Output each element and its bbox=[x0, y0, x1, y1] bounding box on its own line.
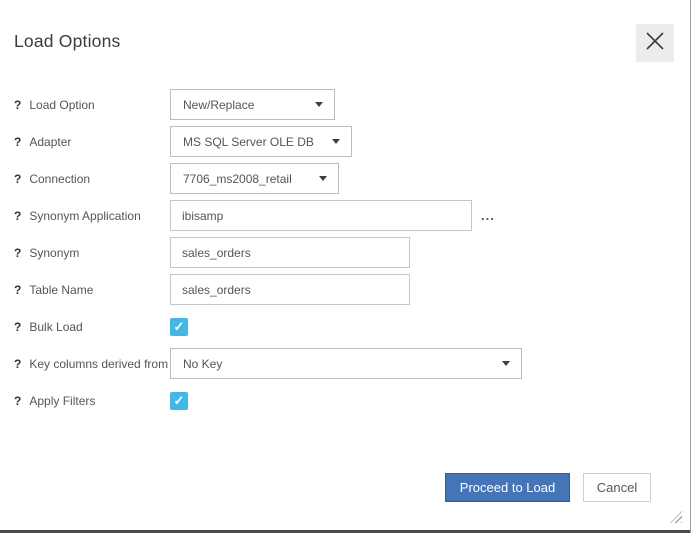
synonym-label: Synonym bbox=[29, 246, 79, 260]
dialog-title: Load Options bbox=[14, 31, 121, 52]
connection-value: 7706_ms2008_retail bbox=[183, 172, 292, 186]
table-name-input[interactable] bbox=[170, 274, 410, 305]
help-icon[interactable]: ? bbox=[14, 209, 21, 223]
chevron-down-icon bbox=[502, 361, 510, 366]
adapter-value: MS SQL Server OLE DB bbox=[183, 135, 314, 149]
bulk-load-checkbox[interactable]: ✓ bbox=[170, 318, 188, 336]
proceed-to-load-button[interactable]: Proceed to Load bbox=[445, 473, 570, 502]
form-row-load-option: ? Load Option New/Replace bbox=[14, 89, 676, 120]
resize-handle[interactable] bbox=[670, 511, 682, 523]
browse-ellipsis-button[interactable]: ... bbox=[481, 209, 495, 222]
chevron-down-icon bbox=[319, 176, 327, 181]
load-option-label: Load Option bbox=[29, 98, 94, 112]
adapter-dropdown[interactable]: MS SQL Server OLE DB bbox=[170, 126, 352, 157]
apply-filters-label: Apply Filters bbox=[29, 394, 95, 408]
chevron-down-icon bbox=[332, 139, 340, 144]
key-columns-label: Key columns derived from bbox=[29, 357, 168, 371]
checkmark-icon: ✓ bbox=[174, 319, 185, 335]
form-row-synonym-application: ? Synonym Application ... bbox=[14, 200, 676, 231]
help-icon[interactable]: ? bbox=[14, 246, 21, 260]
help-icon[interactable]: ? bbox=[14, 357, 21, 371]
form-row-key-columns: ? Key columns derived from No Key bbox=[14, 348, 676, 379]
cancel-button[interactable]: Cancel bbox=[583, 473, 651, 502]
synonym-application-input[interactable] bbox=[170, 200, 472, 231]
help-icon[interactable]: ? bbox=[14, 283, 21, 297]
form-row-apply-filters: ? Apply Filters ✓ bbox=[14, 385, 676, 416]
help-icon[interactable]: ? bbox=[14, 98, 21, 112]
connection-label: Connection bbox=[29, 172, 90, 186]
help-icon[interactable]: ? bbox=[14, 172, 21, 186]
apply-filters-checkbox[interactable]: ✓ bbox=[170, 392, 188, 410]
close-button[interactable] bbox=[636, 24, 674, 62]
chevron-down-icon bbox=[315, 102, 323, 107]
load-option-value: New/Replace bbox=[183, 98, 254, 112]
checkmark-icon: ✓ bbox=[174, 393, 185, 409]
form-row-bulk-load: ? Bulk Load ✓ bbox=[14, 311, 676, 342]
synonym-input[interactable] bbox=[170, 237, 410, 268]
key-columns-value: No Key bbox=[183, 357, 222, 371]
load-option-dropdown[interactable]: New/Replace bbox=[170, 89, 335, 120]
help-icon[interactable]: ? bbox=[14, 320, 21, 334]
load-options-form: ? Load Option New/Replace ? Adapter MS S… bbox=[14, 89, 676, 422]
form-row-adapter: ? Adapter MS SQL Server OLE DB bbox=[14, 126, 676, 157]
table-name-label: Table Name bbox=[29, 283, 93, 297]
dialog-actions: Proceed to Load Cancel bbox=[445, 473, 651, 502]
form-row-synonym: ? Synonym bbox=[14, 237, 676, 268]
synonym-application-label: Synonym Application bbox=[29, 209, 140, 223]
help-icon[interactable]: ? bbox=[14, 135, 21, 149]
load-options-dialog: Load Options ? Load Option New/Replace ? bbox=[0, 0, 691, 533]
help-icon[interactable]: ? bbox=[14, 394, 21, 408]
adapter-label: Adapter bbox=[29, 135, 71, 149]
close-icon bbox=[643, 29, 667, 58]
key-columns-dropdown[interactable]: No Key bbox=[170, 348, 522, 379]
form-row-connection: ? Connection 7706_ms2008_retail bbox=[14, 163, 676, 194]
connection-dropdown[interactable]: 7706_ms2008_retail bbox=[170, 163, 339, 194]
form-row-table-name: ? Table Name bbox=[14, 274, 676, 305]
bulk-load-label: Bulk Load bbox=[29, 320, 82, 334]
